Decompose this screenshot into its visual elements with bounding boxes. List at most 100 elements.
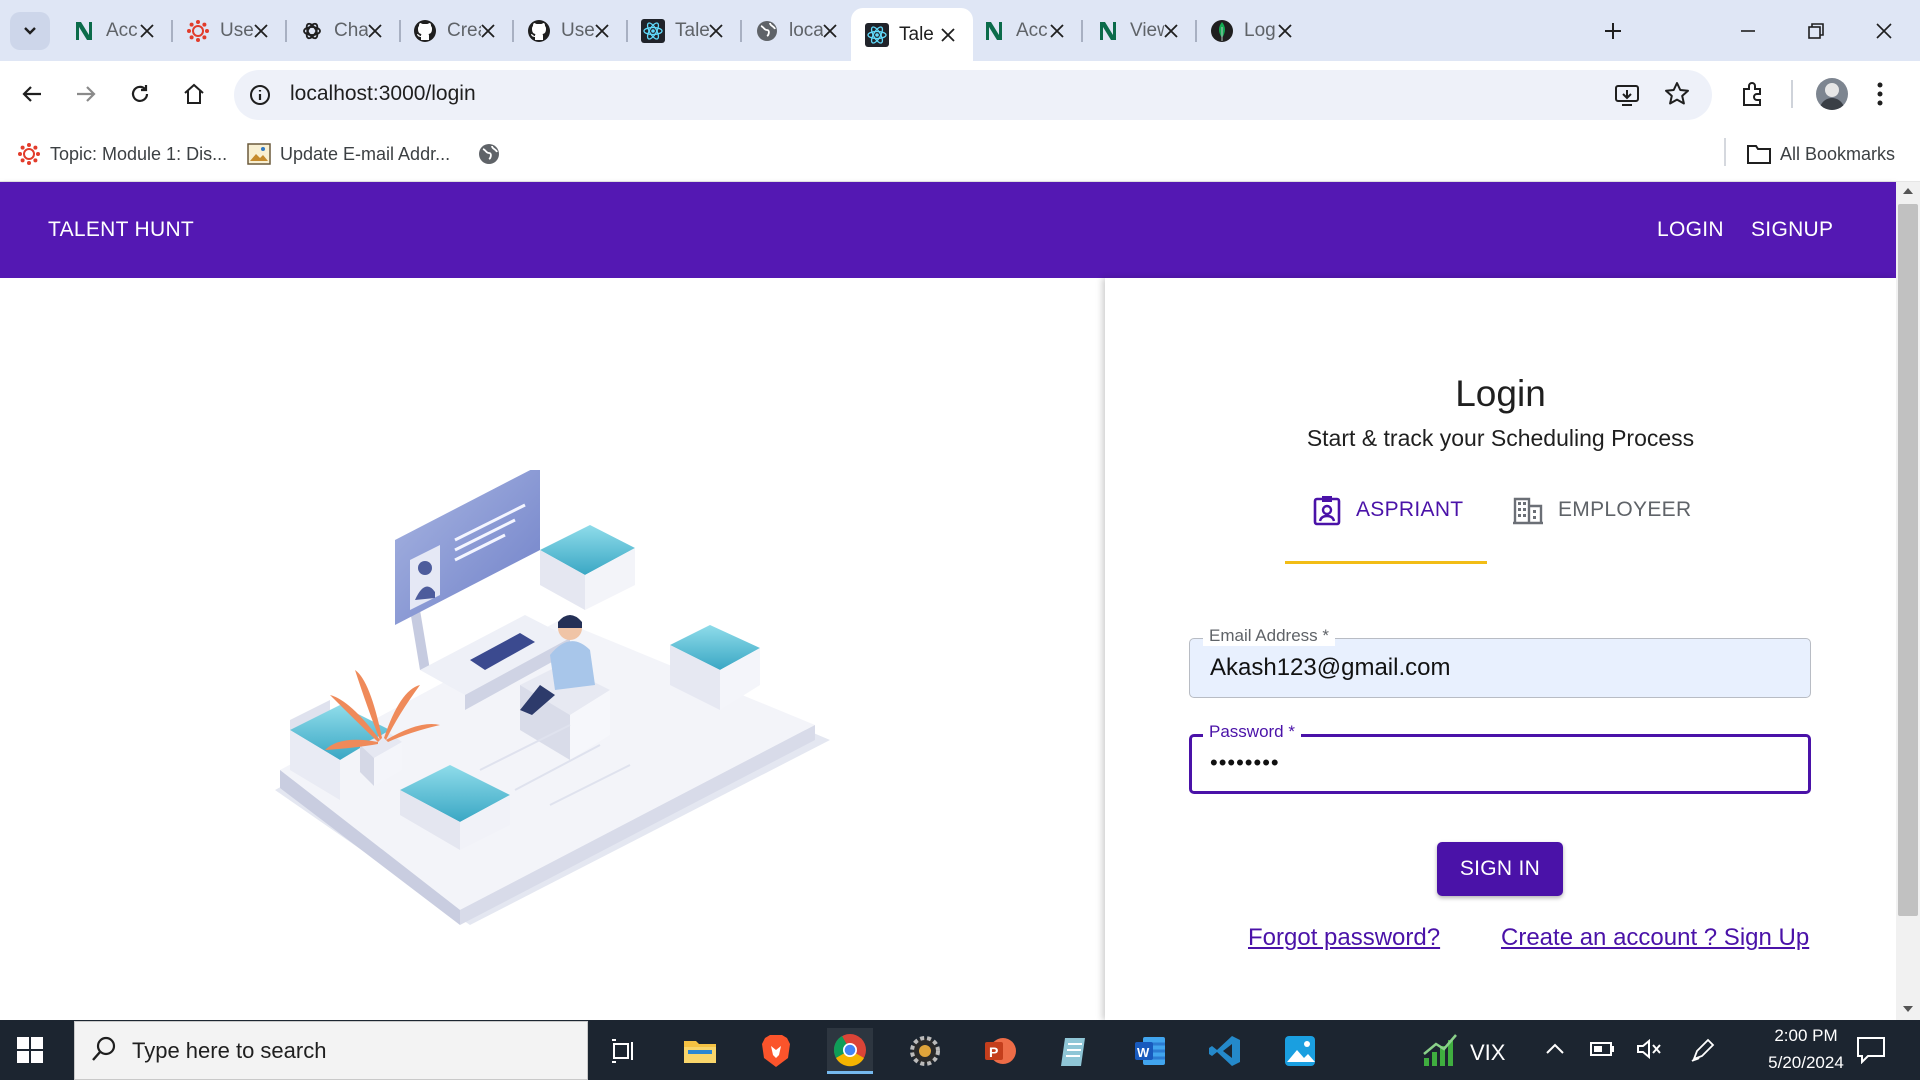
- close-tab-icon[interactable]: [595, 23, 609, 39]
- install-app-icon[interactable]: [1614, 82, 1640, 108]
- close-tab-icon[interactable]: [254, 23, 268, 39]
- react-icon: [865, 22, 889, 47]
- bookmark-item[interactable]: Update E-mail Addr...: [246, 139, 450, 169]
- tab-title: Log: [1244, 19, 1276, 41]
- browser-tab[interactable]: Log: [1196, 8, 1310, 53]
- arrow-right-icon: [77, 86, 96, 102]
- browser-tab[interactable]: User: [172, 8, 286, 53]
- clock-time[interactable]: 2:00 PM: [1756, 1026, 1856, 1046]
- browser-tab[interactable]: loca: [741, 8, 855, 53]
- home-button[interactable]: [176, 76, 212, 112]
- bookmark-star-icon[interactable]: [1664, 81, 1690, 107]
- close-tab-icon[interactable]: [1050, 23, 1064, 39]
- close-tab-icon[interactable]: [481, 23, 495, 39]
- tab-title: Acc: [1016, 19, 1048, 41]
- notifications-icon[interactable]: [1856, 1036, 1886, 1064]
- notion-n-icon: [1096, 19, 1120, 43]
- clock-date[interactable]: 5/20/2024: [1746, 1053, 1866, 1073]
- browser-tab[interactable]: Acc: [968, 8, 1082, 53]
- canvas-icon: [16, 141, 42, 167]
- tab-search-button[interactable]: [10, 12, 50, 50]
- back-button[interactable]: [14, 76, 50, 112]
- profile-avatar[interactable]: [1816, 78, 1848, 110]
- tab-title: User: [220, 19, 254, 41]
- file-explorer-icon[interactable]: [677, 1028, 723, 1074]
- close-tab-icon[interactable]: [368, 23, 382, 39]
- image-icon: [246, 141, 272, 167]
- browser-tab[interactable]: Cha: [286, 8, 400, 53]
- globe-icon: [755, 19, 779, 43]
- bookmark-label: Update E-mail Addr...: [280, 143, 451, 164]
- reload-button[interactable]: [122, 76, 158, 112]
- word-icon[interactable]: W: [1127, 1028, 1173, 1074]
- powerpoint-icon[interactable]: P: [977, 1028, 1023, 1074]
- vix-chart-icon[interactable]: [1422, 1032, 1460, 1068]
- windows-start-icon[interactable]: [16, 1036, 44, 1064]
- notion-n-icon: [982, 19, 1006, 43]
- url-text[interactable]: localhost:3000/login: [290, 82, 476, 106]
- chrome-taskbar-icon[interactable]: [827, 1028, 873, 1074]
- github-icon: [413, 19, 437, 43]
- nav-signup-link[interactable]: SIGNUP: [1751, 218, 1833, 242]
- close-tab-icon[interactable]: [941, 27, 955, 43]
- reload-icon: [131, 85, 149, 102]
- speaker-muted-icon[interactable]: [1636, 1038, 1662, 1060]
- scroll-up-arrow-icon[interactable]: [1902, 186, 1914, 196]
- browser-tab[interactable]: Tale: [627, 8, 741, 53]
- tab-aspriant[interactable]: ASPRIANT: [1312, 488, 1463, 532]
- tab-indicator: [1285, 561, 1487, 564]
- task-view-icon[interactable]: [601, 1028, 647, 1074]
- extensions-icon[interactable]: [1740, 81, 1766, 107]
- tab-title: Use: [561, 19, 595, 41]
- email-value[interactable]: Akash123@gmail.com: [1210, 654, 1450, 682]
- bookmark-item[interactable]: [476, 139, 510, 169]
- brave-browser-icon[interactable]: [753, 1028, 799, 1074]
- brand-title[interactable]: TALENT HUNT: [48, 218, 194, 242]
- forward-button[interactable]: [68, 76, 104, 112]
- vix-label[interactable]: VIX: [1470, 1040, 1505, 1066]
- chevron-up-icon[interactable]: [1545, 1043, 1565, 1055]
- create-account-link[interactable]: Create an account ? Sign Up: [1501, 924, 1809, 952]
- bookmark-item[interactable]: Topic: Module 1: Dis...: [16, 139, 227, 169]
- building-icon: [1512, 494, 1544, 526]
- browser-menu-icon[interactable]: [1874, 80, 1886, 108]
- close-tab-icon[interactable]: [823, 23, 837, 39]
- pen-icon[interactable]: [1690, 1037, 1716, 1063]
- browser-tab[interactable]: View: [1082, 8, 1196, 53]
- scrollbar-thumb[interactable]: [1898, 204, 1918, 916]
- browser-tab[interactable]: Use: [513, 8, 627, 53]
- photos-icon[interactable]: [1277, 1028, 1323, 1074]
- battery-icon[interactable]: [1590, 1040, 1616, 1058]
- password-field[interactable]: [1189, 734, 1811, 794]
- sign-in-button[interactable]: SIGN IN: [1437, 842, 1563, 896]
- close-tab-icon[interactable]: [709, 23, 723, 39]
- close-tab-icon[interactable]: [1278, 23, 1292, 39]
- site-info-icon[interactable]: [248, 83, 272, 107]
- password-value[interactable]: ••••••••: [1210, 750, 1280, 776]
- nav-login-link[interactable]: LOGIN: [1657, 218, 1724, 242]
- bookmark-label: Topic: Module 1: Dis...: [50, 143, 228, 164]
- browser-tab-active[interactable]: Tale: [851, 8, 973, 61]
- notepad-icon[interactable]: [1052, 1028, 1098, 1074]
- all-bookmarks-label: All Bookmarks: [1780, 143, 1896, 164]
- scroll-down-arrow-icon[interactable]: [1902, 1004, 1914, 1014]
- restore-button[interactable]: [1782, 0, 1850, 61]
- svg-text:W: W: [1137, 1045, 1150, 1060]
- close-window-button[interactable]: [1850, 0, 1918, 61]
- folder-icon: [1746, 141, 1772, 167]
- close-tab-icon[interactable]: [140, 23, 154, 39]
- close-tab-icon[interactable]: [1164, 23, 1178, 39]
- restore-icon: [1808, 22, 1824, 39]
- all-bookmarks-button[interactable]: All Bookmarks: [1746, 139, 1895, 169]
- minimize-button[interactable]: [1714, 0, 1782, 61]
- gear-app-icon[interactable]: [902, 1028, 948, 1074]
- browser-tab[interactable]: Crea: [399, 8, 513, 53]
- tab-employeer[interactable]: EMPLOYEER: [1512, 488, 1691, 532]
- forgot-password-link[interactable]: Forgot password?: [1248, 924, 1440, 952]
- login-subtitle: Start & track your Scheduling Process: [1306, 425, 1695, 451]
- vscode-icon[interactable]: [1202, 1028, 1248, 1074]
- browser-tab[interactable]: Acc: [58, 8, 172, 53]
- tab-employeer-label: EMPLOYEER: [1558, 498, 1692, 521]
- taskbar-search-placeholder: Type here to search: [132, 1038, 327, 1063]
- new-tab-button[interactable]: [1596, 14, 1630, 48]
